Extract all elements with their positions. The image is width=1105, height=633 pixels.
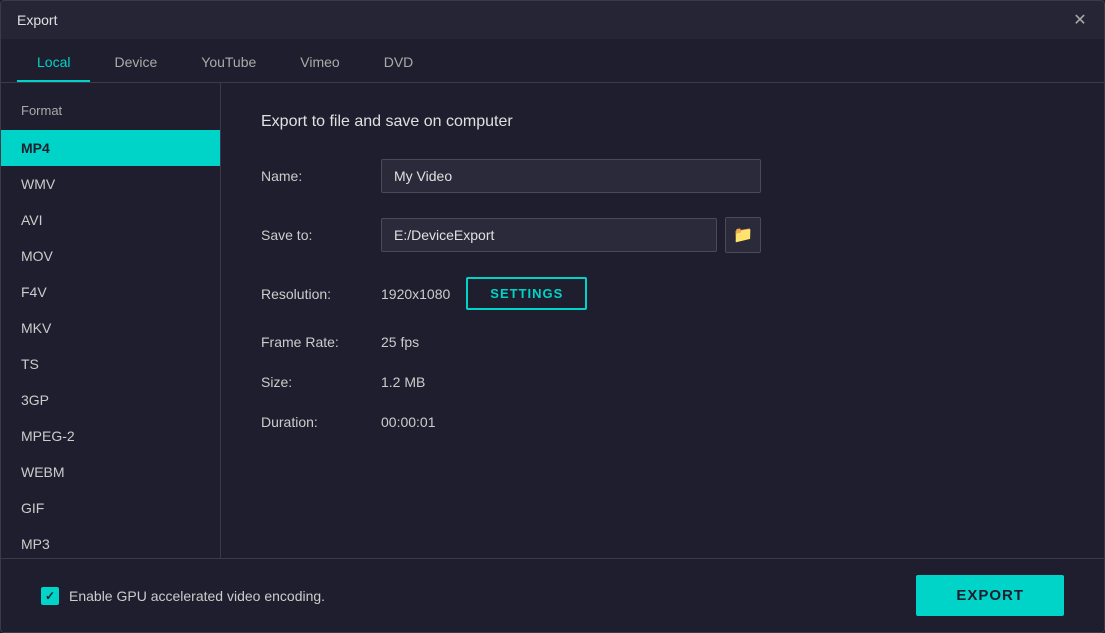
close-button[interactable]: ✕ [1072,12,1088,28]
sidebar-item-mp3[interactable]: MP3 [1,526,220,558]
size-value: 1.2 MB [381,374,1064,390]
tabs-bar: Local Device YouTube Vimeo DVD [1,39,1104,83]
frame-rate-value: 25 fps [381,334,1064,350]
format-sidebar: Format MP4 WMV AVI MOV F4V MKV TS 3GP MP… [1,83,221,558]
sidebar-item-avi[interactable]: AVI [1,202,220,238]
save-to-input[interactable] [381,218,717,252]
main-content: Format MP4 WMV AVI MOV F4V MKV TS 3GP MP… [1,83,1104,558]
bottom-bar: Enable GPU accelerated video encoding. E… [1,558,1104,632]
sidebar-item-webm[interactable]: WEBM [1,454,220,490]
gpu-checkbox-label[interactable]: Enable GPU accelerated video encoding. [41,587,325,605]
gpu-checkbox[interactable] [41,587,59,605]
resolution-label: Resolution: [261,286,381,302]
duration-value: 00:00:01 [381,414,1064,430]
save-to-label: Save to: [261,227,381,243]
export-button[interactable]: EXPORT [916,575,1064,616]
browse-folder-button[interactable]: 📁 [725,217,761,253]
frame-rate-label: Frame Rate: [261,334,381,350]
name-row: Name: [261,159,1064,193]
sidebar-item-f4v[interactable]: F4V [1,274,220,310]
tab-local[interactable]: Local [17,44,90,82]
sidebar-item-mov[interactable]: MOV [1,238,220,274]
name-input[interactable] [381,159,761,193]
frame-rate-row: Frame Rate: 25 fps [261,334,1064,350]
tab-device[interactable]: Device [94,44,177,82]
sidebar-item-mpeg2[interactable]: MPEG-2 [1,418,220,454]
sidebar-item-ts[interactable]: TS [1,346,220,382]
tab-youtube[interactable]: YouTube [181,44,276,82]
save-to-field-group: 📁 [381,217,761,253]
sidebar-item-wmv[interactable]: WMV [1,166,220,202]
tab-vimeo[interactable]: Vimeo [280,44,359,82]
resolution-group: 1920x1080 SETTINGS [381,277,587,310]
resolution-value: 1920x1080 [381,286,450,302]
size-row: Size: 1.2 MB [261,374,1064,390]
panel-title: Export to file and save on computer [261,113,1064,131]
name-label: Name: [261,168,381,184]
size-label: Size: [261,374,381,390]
sidebar-item-3gp[interactable]: 3GP [1,382,220,418]
folder-icon: 📁 [733,225,753,245]
sidebar-item-mp4[interactable]: MP4 [1,130,220,166]
resolution-row: Resolution: 1920x1080 SETTINGS [261,277,1064,310]
title-bar: Export ✕ [1,1,1104,39]
export-window: Export ✕ Local Device YouTube Vimeo DVD … [0,0,1105,633]
duration-row: Duration: 00:00:01 [261,414,1064,430]
gpu-label-text: Enable GPU accelerated video encoding. [69,588,325,604]
content-panel: Export to file and save on computer Name… [221,83,1104,558]
save-to-row: Save to: 📁 [261,217,1064,253]
sidebar-item-gif[interactable]: GIF [1,490,220,526]
duration-label: Duration: [261,414,381,430]
sidebar-item-mkv[interactable]: MKV [1,310,220,346]
tab-dvd[interactable]: DVD [364,44,434,82]
settings-button[interactable]: SETTINGS [466,277,587,310]
window-title: Export [17,12,57,28]
sidebar-label: Format [1,103,220,130]
